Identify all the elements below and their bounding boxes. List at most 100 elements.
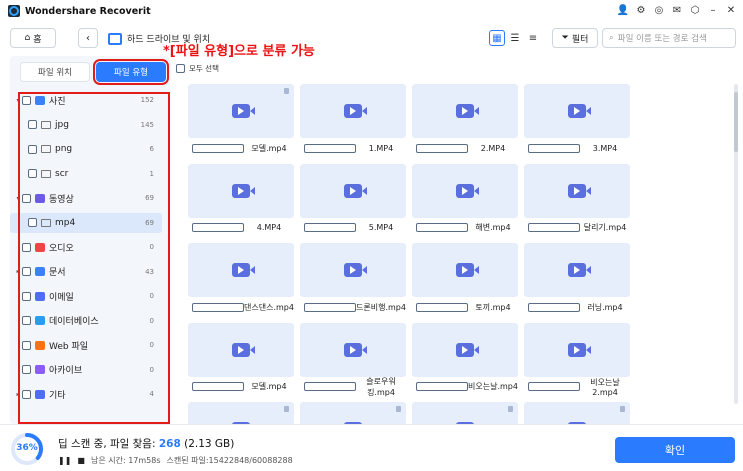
file-card[interactable]: 비오는날.mp4 (412, 322, 518, 397)
file-card[interactable] (188, 402, 294, 424)
category-checkbox[interactable] (28, 169, 37, 178)
category-item[interactable]: jpg 145 (10, 115, 162, 135)
tab-file-type[interactable]: 파일 유형 (93, 59, 169, 85)
file-card[interactable]: 토끼.mp4 (412, 243, 518, 317)
file-card[interactable]: 4.MP4 (188, 163, 294, 238)
category-item[interactable]: mp4 69 (10, 212, 162, 233)
category-item[interactable]: ▸ 기타 4 (10, 384, 162, 404)
minimize-icon[interactable]: – (707, 4, 719, 16)
file-thumbnail[interactable] (524, 243, 630, 297)
category-checkbox[interactable] (22, 242, 31, 252)
detail-view-icon[interactable]: ≡ (525, 30, 541, 46)
file-thumbnail[interactable] (188, 322, 294, 377)
grid-view-icon[interactable]: ▦ (489, 30, 505, 46)
category-checkbox[interactable] (22, 95, 31, 105)
file-checkbox[interactable] (304, 382, 356, 391)
file-thumbnail[interactable] (524, 402, 630, 424)
chevron-icon[interactable]: ▾ (14, 195, 22, 202)
file-thumbnail[interactable] (300, 402, 406, 424)
account-icon[interactable]: 👤 (617, 4, 629, 16)
category-item[interactable]: ▸ 문서 43 (10, 262, 162, 282)
category-item[interactable]: ▾ 사진 152 (10, 90, 162, 110)
file-thumbnail[interactable] (412, 243, 518, 297)
file-card[interactable]: 댄스댄스.mp4 (188, 243, 294, 317)
file-card[interactable]: 달리기.mp4 (524, 163, 630, 238)
file-checkbox[interactable] (192, 382, 244, 391)
chevron-icon[interactable]: ▾ (14, 97, 22, 104)
category-item[interactable]: scr 1 (10, 164, 162, 184)
file-thumbnail[interactable] (188, 163, 294, 218)
file-checkbox[interactable] (528, 302, 580, 312)
file-card[interactable]: 해변.mp4 (412, 163, 518, 238)
file-checkbox[interactable] (192, 143, 244, 153)
filter-button[interactable]: ⏷ 필터 (552, 28, 598, 48)
file-thumbnail[interactable] (524, 84, 630, 138)
file-thumbnail[interactable] (300, 163, 406, 218)
file-checkbox[interactable] (416, 223, 468, 232)
category-checkbox[interactable] (22, 389, 31, 399)
list-view-icon[interactable]: ☰ (507, 30, 523, 46)
file-checkbox[interactable] (416, 143, 468, 153)
mail-icon[interactable]: ✉ (671, 4, 683, 16)
file-checkbox[interactable] (528, 382, 580, 391)
file-checkbox[interactable] (416, 302, 468, 312)
file-checkbox[interactable] (528, 143, 580, 153)
category-checkbox[interactable] (28, 144, 37, 154)
file-card[interactable]: 비오는날2.mp4 (524, 322, 630, 397)
category-item[interactable]: png 6 (10, 139, 162, 159)
file-checkbox[interactable] (416, 382, 468, 391)
back-button[interactable]: ‹ (78, 28, 98, 48)
category-item[interactable]: 오디오 0 (10, 237, 162, 257)
tab-file-location[interactable]: 파일 위치 (20, 62, 90, 82)
file-thumbnail[interactable] (188, 243, 294, 297)
file-thumbnail[interactable] (524, 163, 630, 218)
file-card[interactable]: 드론비행.mp4 (300, 243, 406, 317)
file-card[interactable]: 3.MP4 (524, 84, 630, 158)
file-card[interactable] (300, 402, 406, 424)
file-thumbnail[interactable] (300, 322, 406, 377)
file-checkbox[interactable] (304, 302, 356, 312)
settings-icon[interactable]: ⚙ (635, 4, 647, 16)
close-icon[interactable]: ✕ (725, 4, 737, 16)
support-icon[interactable]: ◎ (653, 4, 665, 16)
file-card[interactable]: 러닝.mp4 (524, 243, 630, 317)
chevron-icon[interactable]: ▸ (14, 391, 22, 398)
file-card[interactable] (412, 402, 518, 424)
category-item[interactable]: ▾ 동영상 69 (10, 188, 162, 208)
chevron-icon[interactable]: ▸ (14, 268, 22, 275)
file-checkbox[interactable] (192, 302, 244, 312)
file-checkbox[interactable] (528, 223, 580, 232)
category-item[interactable]: Web 파일 0 (10, 335, 162, 355)
file-thumbnail[interactable] (300, 84, 406, 138)
category-item[interactable]: 아카이브 0 (10, 360, 162, 380)
file-thumbnail[interactable] (300, 243, 406, 297)
file-card[interactable]: 모델.mp4 (188, 84, 294, 158)
search-input[interactable]: ⌕ 파일 이름 또는 경로 검색 (602, 28, 736, 48)
file-thumbnail[interactable] (188, 84, 294, 138)
file-thumbnail[interactable] (524, 322, 630, 377)
category-checkbox[interactable] (22, 365, 31, 374)
category-item[interactable]: 이메일 0 (10, 286, 162, 306)
category-checkbox[interactable] (22, 316, 31, 325)
pause-icon[interactable]: ❚❚ (58, 456, 71, 465)
file-checkbox[interactable] (304, 143, 356, 153)
category-checkbox[interactable] (28, 120, 37, 129)
file-checkbox[interactable] (304, 223, 356, 232)
package-icon[interactable]: ⬡ (689, 4, 701, 16)
category-checkbox[interactable] (28, 218, 37, 227)
file-card[interactable]: 5.MP4 (300, 163, 406, 238)
home-button[interactable]: ⌂ 홈 (10, 28, 56, 48)
category-checkbox[interactable] (22, 291, 31, 301)
file-card[interactable]: 모델.mp4 (188, 322, 294, 397)
scrollbar-thumb[interactable] (734, 92, 738, 152)
category-checkbox[interactable] (22, 193, 31, 203)
category-item[interactable]: 데이터베이스 0 (10, 311, 162, 331)
file-thumbnail[interactable] (412, 322, 518, 377)
file-thumbnail[interactable] (412, 402, 518, 424)
category-checkbox[interactable] (22, 340, 31, 350)
file-card[interactable]: 1.MP4 (300, 84, 406, 158)
stop-icon[interactable]: ■ (77, 456, 85, 465)
file-thumbnail[interactable] (412, 84, 518, 138)
file-checkbox[interactable] (192, 223, 244, 232)
confirm-button[interactable]: 확인 (615, 437, 735, 463)
